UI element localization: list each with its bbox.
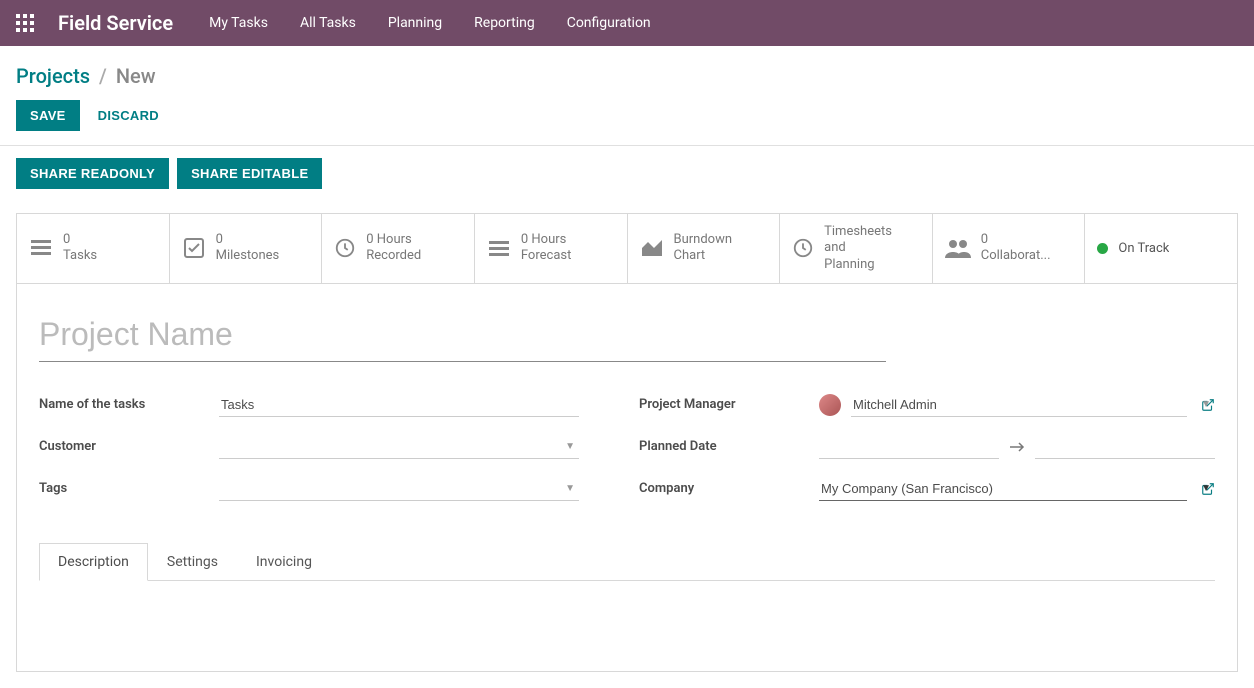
label-customer: Customer bbox=[39, 439, 219, 454]
company-input[interactable] bbox=[819, 477, 1187, 501]
save-button[interactable]: SAVE bbox=[16, 100, 80, 131]
menu-planning[interactable]: Planning bbox=[388, 15, 442, 31]
label-tasks-name: Name of the tasks bbox=[39, 397, 219, 412]
tasks-icon bbox=[29, 236, 53, 260]
menu-my-tasks[interactable]: My Tasks bbox=[209, 15, 268, 31]
clock-icon bbox=[334, 237, 356, 259]
form-col-left: Name of the tasks Customer ▼ Tags bbox=[39, 392, 579, 518]
breadcrumb-separator: / bbox=[99, 64, 107, 88]
stat-milestones-label: Milestones bbox=[216, 248, 280, 264]
customer-input[interactable] bbox=[219, 435, 579, 459]
avatar bbox=[819, 394, 841, 416]
label-planned-date: Planned Date bbox=[639, 439, 819, 454]
planned-date-to-input[interactable] bbox=[1035, 435, 1215, 459]
users-icon bbox=[945, 238, 971, 258]
external-link-icon[interactable] bbox=[1201, 398, 1215, 412]
stat-status-label: On Track bbox=[1118, 241, 1169, 256]
tasks-name-input[interactable] bbox=[219, 393, 579, 417]
row-tags: Tags ▼ bbox=[39, 476, 579, 502]
stat-tasks[interactable]: 0 Tasks bbox=[17, 214, 170, 283]
tabs: Description Settings Invoicing bbox=[39, 542, 1215, 581]
stat-collab-value: 0 bbox=[981, 232, 1051, 248]
form-sheet: 0 Tasks 0 Milestones 0 H bbox=[16, 213, 1238, 672]
brand-title[interactable]: Field Service bbox=[58, 11, 173, 35]
discard-button[interactable]: DISCARD bbox=[92, 100, 165, 131]
tags-input[interactable] bbox=[219, 477, 579, 501]
share-readonly-button[interactable]: SHARE READONLY bbox=[16, 158, 169, 189]
stat-burndown-line2: Chart bbox=[674, 248, 733, 264]
forecast-icon bbox=[487, 236, 511, 260]
stat-tasks-value: 0 bbox=[63, 232, 97, 248]
planned-date-from-input[interactable] bbox=[819, 435, 999, 459]
breadcrumb-current: New bbox=[116, 64, 156, 88]
content-wrap: 0 Tasks 0 Milestones 0 H bbox=[0, 213, 1254, 688]
menu-reporting[interactable]: Reporting bbox=[474, 15, 535, 31]
arrow-right-icon bbox=[1009, 442, 1025, 452]
actions-row: SAVE DISCARD bbox=[0, 100, 1254, 145]
tab-settings[interactable]: Settings bbox=[148, 543, 237, 581]
stat-burndown-line1: Burndown bbox=[674, 232, 733, 248]
status-dot-icon bbox=[1097, 243, 1108, 254]
stat-timesheets-line2: and bbox=[824, 240, 892, 256]
tab-description[interactable]: Description bbox=[39, 543, 148, 581]
project-manager-input[interactable] bbox=[851, 393, 1187, 417]
tab-invoicing[interactable]: Invoicing bbox=[237, 543, 331, 581]
form-col-right: Project Manager ▼ Planned Date bbox=[639, 392, 1215, 518]
label-project-manager: Project Manager bbox=[639, 397, 819, 412]
menu-all-tasks[interactable]: All Tasks bbox=[300, 15, 356, 31]
label-tags: Tags bbox=[39, 481, 219, 496]
stat-recorded-value: 0 Hours bbox=[366, 232, 421, 248]
external-link-icon[interactable] bbox=[1201, 482, 1215, 496]
menu-configuration[interactable]: Configuration bbox=[567, 15, 651, 31]
main-menu: My Tasks All Tasks Planning Reporting Co… bbox=[209, 15, 651, 31]
stat-timesheets[interactable]: Timesheets and Planning bbox=[780, 214, 933, 283]
milestones-icon bbox=[182, 236, 206, 260]
share-row: SHARE READONLY SHARE EDITABLE bbox=[0, 145, 1254, 201]
top-nav: Field Service My Tasks All Tasks Plannin… bbox=[0, 0, 1254, 46]
apps-icon[interactable] bbox=[16, 14, 34, 32]
stat-status[interactable]: On Track bbox=[1085, 214, 1237, 283]
project-name-input[interactable] bbox=[39, 312, 886, 362]
stat-milestones[interactable]: 0 Milestones bbox=[170, 214, 323, 283]
stat-forecast-value: 0 Hours bbox=[521, 232, 571, 248]
stat-tasks-label: Tasks bbox=[63, 248, 97, 264]
stat-buttons: 0 Tasks 0 Milestones 0 H bbox=[17, 214, 1237, 284]
stat-collaborators[interactable]: 0 Collaborat... bbox=[933, 214, 1086, 283]
breadcrumb-row: Projects / New bbox=[0, 46, 1254, 100]
sheet-body: Name of the tasks Customer ▼ Tags bbox=[17, 284, 1237, 671]
stat-burndown[interactable]: Burndown Chart bbox=[628, 214, 781, 283]
area-chart-icon bbox=[640, 238, 664, 258]
row-tasks-name: Name of the tasks bbox=[39, 392, 579, 418]
breadcrumb-projects[interactable]: Projects bbox=[16, 64, 90, 88]
stat-forecast-label: Forecast bbox=[521, 248, 571, 264]
row-company: Company ▼ bbox=[639, 476, 1215, 502]
tab-content bbox=[39, 581, 1215, 661]
row-planned-date: Planned Date bbox=[639, 434, 1215, 460]
form-grid: Name of the tasks Customer ▼ Tags bbox=[39, 392, 1215, 518]
stat-timesheets-line1: Timesheets bbox=[824, 224, 892, 240]
label-company: Company bbox=[639, 481, 819, 496]
stat-forecast[interactable]: 0 Hours Forecast bbox=[475, 214, 628, 283]
stat-recorded-label: Recorded bbox=[366, 248, 421, 264]
row-customer: Customer ▼ bbox=[39, 434, 579, 460]
breadcrumb: Projects / New bbox=[16, 64, 1238, 88]
stat-timesheets-line3: Planning bbox=[824, 257, 892, 273]
stat-collab-label: Collaborat... bbox=[981, 248, 1051, 264]
stat-recorded[interactable]: 0 Hours Recorded bbox=[322, 214, 475, 283]
row-project-manager: Project Manager ▼ bbox=[639, 392, 1215, 418]
stat-milestones-value: 0 bbox=[216, 232, 280, 248]
share-editable-button[interactable]: SHARE EDITABLE bbox=[177, 158, 322, 189]
clock-icon-2 bbox=[792, 237, 814, 259]
